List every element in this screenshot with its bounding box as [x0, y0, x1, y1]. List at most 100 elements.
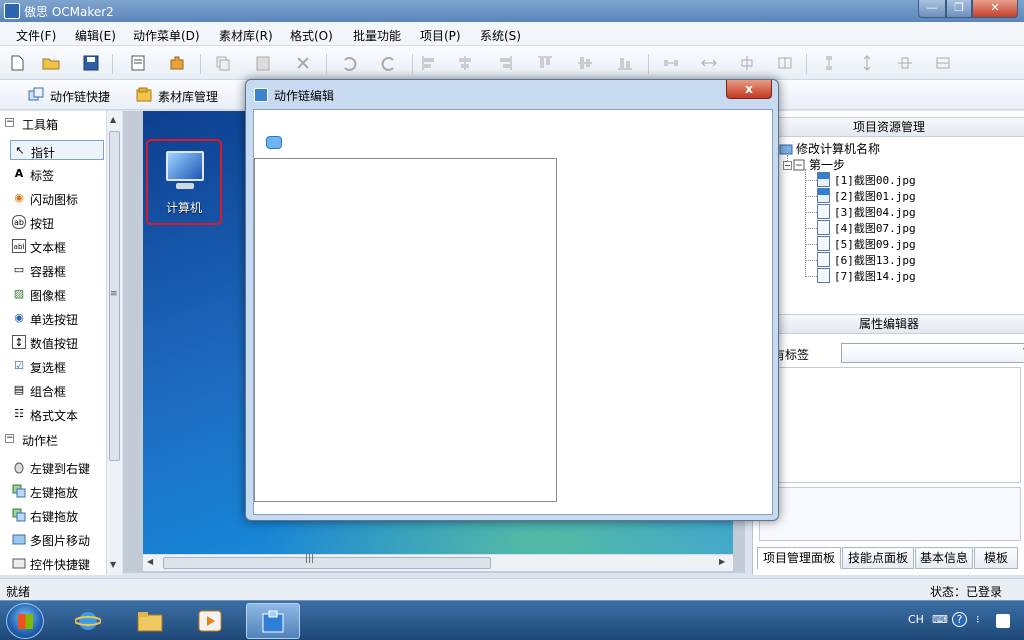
taskbar-ie[interactable]: [62, 603, 116, 639]
tree-file[interactable]: [7]截图14.jpg: [817, 268, 916, 284]
menu-project[interactable]: 项目(P): [420, 27, 461, 44]
v-spacing-icon[interactable]: [858, 54, 876, 72]
align-middle-icon[interactable]: [576, 54, 594, 72]
align-left-icon[interactable]: [420, 54, 438, 72]
menu-format[interactable]: 格式(O): [290, 27, 333, 44]
property-select[interactable]: ▼: [841, 343, 1024, 363]
tool-textbox[interactable]: abl 文本框: [10, 236, 104, 256]
v-equal-icon[interactable]: [934, 54, 952, 72]
collapse-icon[interactable]: −: [5, 434, 14, 443]
show-desktop-icon[interactable]: [996, 614, 1010, 628]
align-right-icon[interactable]: [496, 54, 514, 72]
taskbar-media[interactable]: [184, 603, 238, 639]
action-chain-button[interactable]: 动作链快捷: [28, 86, 118, 106]
open-folder-icon[interactable]: [42, 54, 60, 72]
taskbar-explorer[interactable]: [124, 603, 178, 639]
h-spacing-icon[interactable]: [700, 54, 718, 72]
tab-skill-points[interactable]: 技能点面板: [842, 547, 914, 569]
toolbar-separator: [648, 54, 649, 74]
h-distribute-icon[interactable]: [662, 54, 680, 72]
tab-template[interactable]: 模板: [974, 547, 1018, 569]
taskbar-ocmaker[interactable]: [246, 603, 300, 639]
delete-icon[interactable]: [294, 54, 312, 72]
toolbox-scrollbar[interactable]: ▲ ≡ ▼: [106, 111, 122, 575]
tool-button[interactable]: ab 按钮: [10, 212, 104, 232]
tool-image[interactable]: ▨ 图像框: [10, 284, 104, 304]
canvas-hscrollbar[interactable]: ◀ ||| ▶: [143, 554, 733, 571]
action-chain-dialog: 动作链编辑 x: [245, 79, 779, 521]
keyboard-icon[interactable]: ⌨: [932, 613, 948, 626]
tree-step[interactable]: − 第一步: [783, 156, 845, 173]
tool-combobox[interactable]: ▤ 组合框: [10, 380, 104, 400]
tool-checkbox[interactable]: ☑ 复选框: [10, 356, 104, 376]
align-center-icon[interactable]: [456, 54, 474, 72]
dialog-close-button[interactable]: x: [726, 80, 772, 99]
close-button[interactable]: ✕: [972, 0, 1018, 18]
tool-flash-icon[interactable]: ◉ 闪动图标: [10, 188, 104, 208]
start-button[interactable]: [6, 603, 44, 639]
action-bar-header[interactable]: − 动作栏: [0, 429, 106, 451]
action-list-panel[interactable]: [254, 158, 557, 502]
tree-file[interactable]: [1]截图00.jpg: [817, 172, 916, 188]
properties-icon[interactable]: [129, 54, 147, 72]
property-grid[interactable]: [771, 367, 1021, 483]
align-bottom-icon[interactable]: [616, 54, 634, 72]
h-equal-icon[interactable]: [776, 54, 794, 72]
scroll-right-icon[interactable]: ▶: [719, 557, 725, 566]
flash-icon: ◉: [14, 191, 24, 204]
minimize-button[interactable]: —: [918, 0, 946, 18]
tree-file[interactable]: [4]截图07.jpg: [817, 220, 916, 236]
radio-icon: ◉: [14, 311, 24, 324]
options-icon[interactable]: ⁝: [976, 613, 980, 626]
computer-desktop-icon[interactable]: 计算机: [146, 139, 222, 225]
paste-icon[interactable]: [254, 54, 272, 72]
action-right-drag[interactable]: 右键拖放: [10, 505, 104, 525]
tool-container[interactable]: ▭ 容器框: [10, 260, 104, 280]
action-left-drag[interactable]: 左键拖放: [10, 481, 104, 501]
scroll-left-icon[interactable]: ◀: [147, 557, 153, 566]
menu-material[interactable]: 素材库(R): [219, 27, 273, 44]
tool-numeric[interactable]: ↕ 数值按钮: [10, 332, 104, 352]
tab-project-management[interactable]: 项目管理面板: [757, 547, 841, 569]
undo-icon[interactable]: [340, 54, 358, 72]
tool-pointer[interactable]: ↖ 指针: [10, 140, 104, 160]
ime-indicator[interactable]: CH: [908, 613, 924, 626]
toolbox-header[interactable]: − 工具箱: [0, 113, 106, 135]
maximize-button[interactable]: ❐: [946, 0, 972, 18]
menu-file[interactable]: 文件(F): [16, 27, 56, 44]
scroll-down-icon[interactable]: ▼: [110, 560, 116, 569]
h-center-icon[interactable]: [738, 54, 756, 72]
menu-batch[interactable]: 批量功能: [353, 27, 401, 44]
collapse-icon[interactable]: −: [5, 118, 14, 127]
new-file-icon[interactable]: [8, 54, 26, 72]
v-center-icon[interactable]: [896, 54, 914, 72]
menu-action[interactable]: 动作菜单(D): [133, 27, 200, 44]
taskbar: CH ⌨ ? ⁝: [0, 600, 1024, 640]
tab-basic-info[interactable]: 基本信息: [915, 547, 973, 569]
redo-icon[interactable]: [380, 54, 398, 72]
speech-bubble-icon[interactable]: [266, 136, 282, 149]
action-control-shortcut[interactable]: 控件快捷键: [10, 553, 104, 573]
menu-system[interactable]: 系统(S): [480, 27, 521, 44]
v-distribute-icon[interactable]: [820, 54, 838, 72]
copy-icon[interactable]: [214, 54, 232, 72]
tree-file[interactable]: [3]截图04.jpg: [817, 204, 916, 220]
action-left-to-right[interactable]: 左键到右键: [10, 457, 104, 477]
collapse-icon[interactable]: −: [783, 161, 792, 170]
tree-file[interactable]: [6]截图13.jpg: [817, 252, 916, 268]
puzzle-icon[interactable]: [168, 54, 186, 72]
tool-radio[interactable]: ◉ 单选按钮: [10, 308, 104, 328]
action-multi-image[interactable]: 多图片移动: [10, 529, 104, 549]
material-lib-button[interactable]: 素材库管理: [136, 86, 226, 106]
align-top-icon[interactable]: [536, 54, 554, 72]
help-icon[interactable]: ?: [952, 612, 967, 627]
tool-richtext[interactable]: ☷ 格式文本: [10, 404, 104, 424]
scroll-thumb[interactable]: [163, 557, 491, 569]
scroll-up-icon[interactable]: ▲: [110, 115, 116, 124]
tool-label-control[interactable]: A 标签: [10, 164, 104, 184]
tree-file[interactable]: [5]截图09.jpg: [817, 236, 916, 252]
save-icon[interactable]: [82, 54, 100, 72]
menu-edit[interactable]: 编辑(E): [75, 27, 116, 44]
tree-file[interactable]: [2]截图01.jpg: [817, 188, 916, 204]
tree-root[interactable]: 修改计算机名称: [779, 140, 880, 157]
